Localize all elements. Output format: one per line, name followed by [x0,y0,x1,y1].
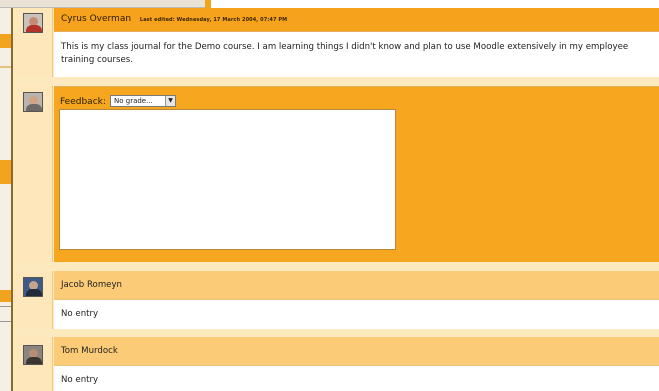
grade-select-value: No grade... [114,97,153,105]
user-avatar[interactable] [23,277,43,297]
entry-header: Tom Murdock [54,337,659,365]
user-name-link[interactable]: Tom Murdock [61,346,118,356]
journal-entry: Jacob Romeyn No entry [15,271,659,339]
entry-separator [15,330,659,337]
last-edited-text: Last edited: Wednesday, 17 March 2004, 0… [139,17,288,23]
feedback-area: Feedback: No grade... ▼ [54,86,659,262]
journal-entry: Tom Murdock No entry [15,337,659,391]
journal-panel: Cyrus Overman Last edited: Wednesday, 17… [11,8,659,391]
entry-header: Jacob Romeyn [54,271,659,299]
entry-text: No entry [54,299,659,329]
user-avatar[interactable] [23,345,43,365]
user-picture-cell [15,337,53,391]
entry-text: No entry [54,365,659,391]
entry-text: This is my class journal for the Demo co… [54,31,659,77]
teacher-picture-cell [15,86,53,262]
teacher-avatar [23,92,43,112]
user-name-link[interactable]: Cyrus Overman [61,14,131,24]
entry-separator [15,262,659,270]
user-name-link[interactable]: Jacob Romeyn [61,280,122,290]
feedback-textarea[interactable] [59,109,396,250]
grade-select[interactable]: No grade... ▼ [110,95,176,107]
user-avatar[interactable] [23,13,43,33]
entry-header: Cyrus Overman Last edited: Wednesday, 17… [54,8,659,31]
journal-entry: Cyrus Overman Last edited: Wednesday, 17… [15,8,659,77]
user-picture-cell [15,271,53,329]
feedback-row: Feedback: No grade... ▼ [15,86,659,262]
chevron-down-icon[interactable]: ▼ [165,96,175,106]
feedback-label: Feedback: [60,97,106,107]
background-page-top [0,0,210,8]
background-page-top-accent [205,0,211,8]
user-picture-cell [15,8,53,77]
